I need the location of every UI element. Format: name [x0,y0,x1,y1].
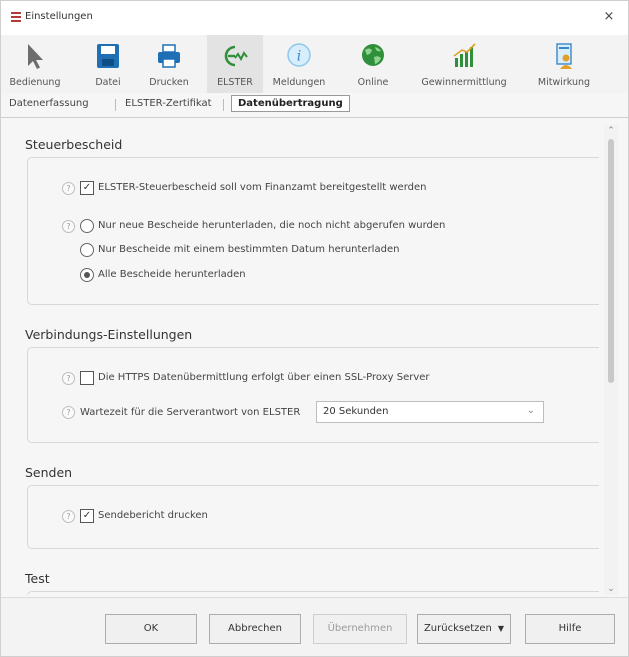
toolbar-item-gewinnermittlung[interactable]: Gewinnermittlung [411,35,517,93]
settings-dialog: Einstellungen × Bedienung Datei Drucken [0,0,629,657]
category-toolbar: Bedienung Datei Drucken ELSTER i Meldung… [1,35,628,93]
app-icon [11,12,21,22]
toolbar-item-meldungen[interactable]: i Meldungen [263,35,335,93]
toolbar-item-bedienung[interactable]: Bedienung [7,35,63,93]
help-icon[interactable]: ? [62,220,75,233]
radio-nur-neue-bescheide[interactable] [80,219,94,233]
scrollbar-thumb[interactable] [608,139,614,383]
chevron-down-icon: ⌄ [526,405,535,416]
label-alle-bescheide: Alle Bescheide herunterladen [98,269,246,280]
toolbar-item-label: Datei [95,77,121,88]
dialog-footer: OK Abbrechen Übernehmen Zurücksetzen ▼ Hi… [1,597,628,656]
group-senden: ? ✓ Sendebericht drucken [27,485,599,549]
toolbar-item-label: Gewinnermittlung [421,77,507,88]
subtab-datenuebertragung[interactable]: Datenübertragung [231,95,350,112]
info-icon: i [287,43,311,67]
content-scrollbar[interactable]: ⌃ ⌄ [604,125,618,595]
cancel-button[interactable]: Abbrechen [209,614,301,644]
settings-content: Steuerbescheid ? ✓ ELSTER-Steuerbescheid… [9,125,599,595]
dropdown-arrow-icon: ▼ [497,624,505,633]
toolbar-item-elster[interactable]: ELSTER [207,35,263,93]
subtab-elster-zertifikat[interactable]: ELSTER-Zertifikat [125,98,212,109]
elster-icon [224,45,248,67]
reset-button[interactable]: Zurücksetzen ▼ [417,614,511,644]
group-verbindung: ? Die HTTPS Datenübermittlung erfolgt üb… [27,347,599,443]
bar-chart-icon [453,43,476,67]
scroll-up-icon[interactable]: ⌃ [604,125,618,137]
printer-icon [158,44,180,68]
toolbar-item-label: Drucken [149,77,189,88]
apply-button[interactable]: Übernehmen [313,614,407,644]
help-icon[interactable]: ? [62,182,75,195]
help-icon[interactable]: ? [62,406,75,419]
label-ssl-proxy: Die HTTPS Datenübermittlung erfolgt über… [98,372,430,383]
toolbar-item-datei[interactable]: Datei [87,35,129,93]
group-test [27,591,599,595]
subtab-bar: Datenerfassung ELSTER-Zertifikat Datenüb… [1,93,628,118]
checkbox-sendebericht[interactable]: ✓ [80,509,94,523]
section-title-test: Test [25,571,50,586]
help-icon[interactable]: ? [62,372,75,385]
label-sendebericht: Sendebericht drucken [98,510,208,521]
label-nur-neue-bescheide: Nur neue Bescheide herunterladen, die no… [98,220,446,231]
scroll-down-icon[interactable]: ⌄ [604,583,618,595]
checkbox-ssl-proxy[interactable] [80,371,94,385]
section-title-senden: Senden [25,465,73,480]
section-title-steuerbescheid: Steuerbescheid [25,137,123,152]
label-elster-steuerbescheid: ELSTER-Steuerbescheid soll vom Finanzamt… [98,182,427,193]
title-bar: Einstellungen × [1,1,628,35]
save-icon [97,44,119,68]
window-title: Einstellungen [25,11,93,22]
subtab-divider [115,99,116,111]
group-steuerbescheid: ? ✓ ELSTER-Steuerbescheid soll vom Finan… [27,157,599,305]
svg-text:i: i [297,49,301,65]
toolbar-item-mitwirkung[interactable]: Mitwirkung [529,35,599,93]
toolbar-item-online[interactable]: Online [345,35,401,93]
help-button[interactable]: Hilfe [525,614,615,644]
reset-button-label: Zurücksetzen [423,623,492,634]
toolbar-item-drucken[interactable]: Drucken [141,35,197,93]
user-document-icon [556,43,572,69]
wartezeit-value: 20 Sekunden [323,406,389,417]
globe-icon [362,44,384,66]
toolbar-item-label: Meldungen [272,77,326,88]
checkbox-elster-steuerbescheid[interactable]: ✓ [80,181,94,195]
label-wartezeit: Wartezeit für die Serverantwort von ELST… [80,407,301,418]
wartezeit-select[interactable]: 20 Sekunden ⌄ [316,401,544,423]
label-bescheide-datum: Nur Bescheide mit einem bestimmten Datum… [98,244,400,255]
toolbar-item-label: Mitwirkung [537,77,591,88]
help-icon[interactable]: ? [62,510,75,523]
cursor-icon [28,44,43,69]
subtab-datenerfassung[interactable]: Datenerfassung [9,98,89,109]
radio-alle-bescheide[interactable] [80,268,94,282]
toolbar-item-label: ELSTER [217,77,253,88]
subtab-divider [223,99,224,111]
toolbar-item-label: Bedienung [9,77,61,88]
ok-button[interactable]: OK [105,614,197,644]
section-title-verbindung: Verbindungs-Einstellungen [25,327,193,342]
toolbar-item-label: Online [357,77,389,88]
radio-bescheide-datum[interactable] [80,243,94,257]
close-button[interactable]: × [600,8,618,26]
